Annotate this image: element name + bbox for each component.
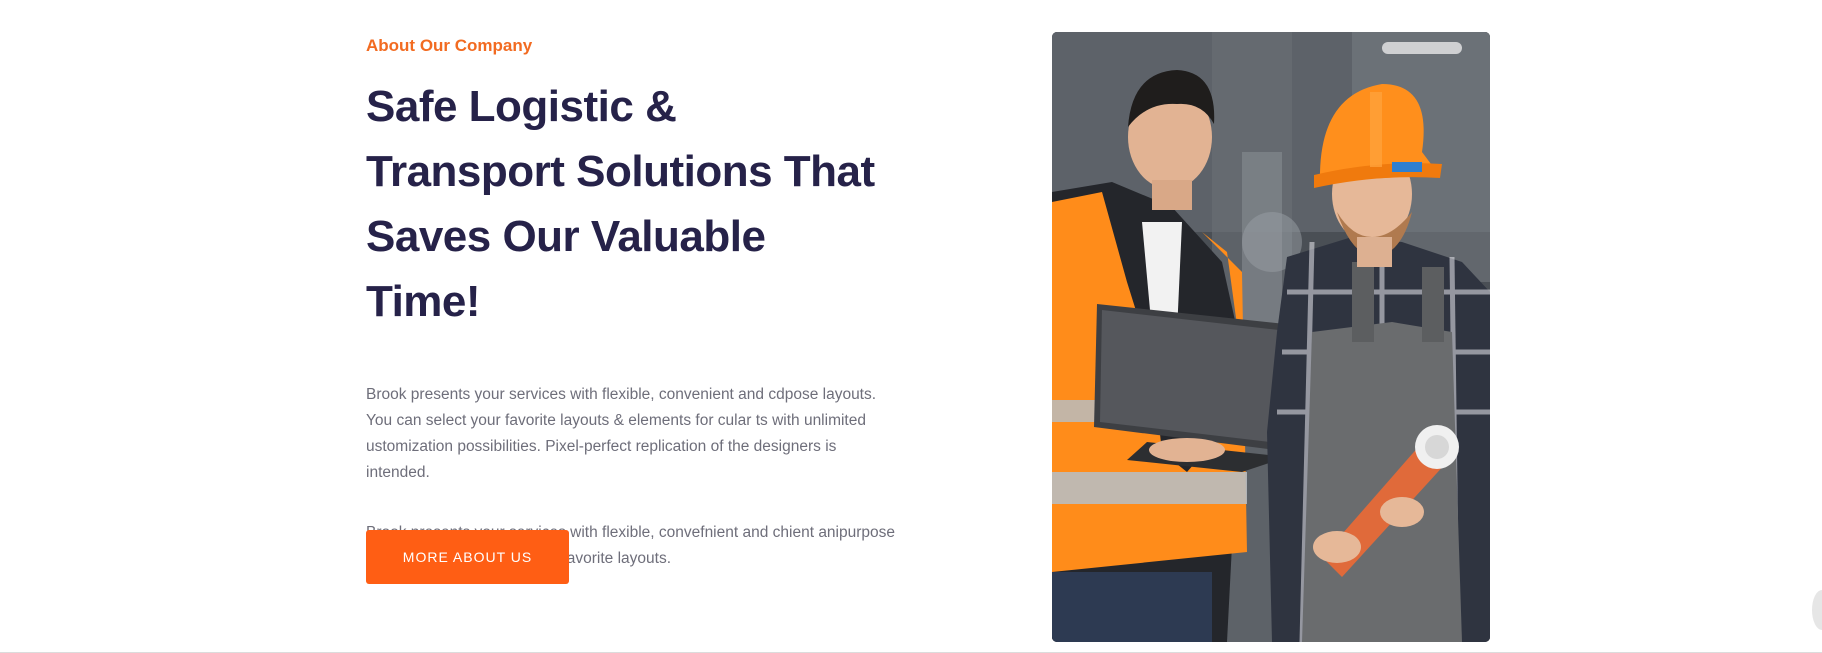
scroll-edge — [1812, 590, 1822, 630]
section-eyebrow: About Our Company — [366, 36, 533, 55]
about-paragraph-1: Brook presents your services with flexib… — [366, 386, 877, 481]
section-headline: Safe Logistic & Transport Solutions That… — [366, 82, 875, 326]
more-about-us-button[interactable]: MORE ABOUT US — [366, 530, 569, 584]
about-section-text: About Our Company Safe Logistic & Transp… — [366, 34, 906, 572]
workers-photo — [1052, 32, 1490, 642]
